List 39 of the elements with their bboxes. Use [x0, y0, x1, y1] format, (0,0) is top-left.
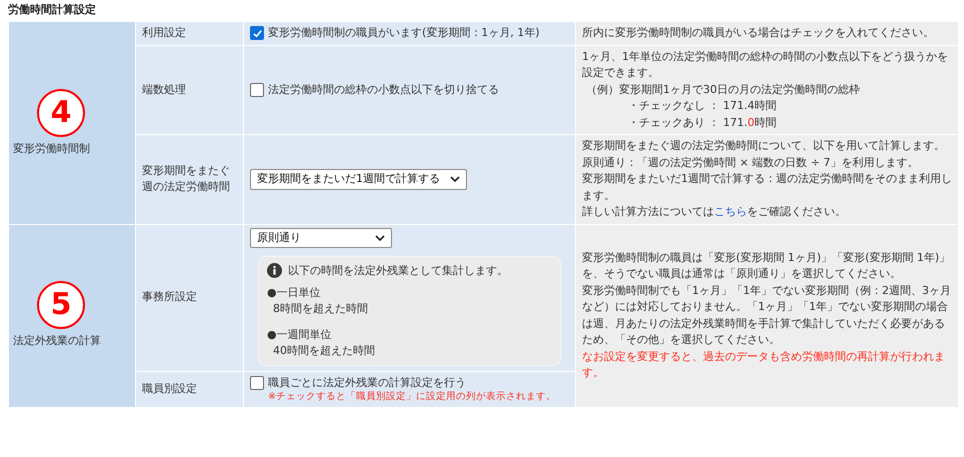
section-name: 変形労働時間制 [13, 140, 90, 156]
checkbox-label[interactable]: 法定労働時間の総枠の小数点以下を切り捨てる [268, 82, 499, 98]
example-text: （例）変形期間1ヶ月で30日の月の法定労働時間の総枠 [585, 82, 861, 98]
example-text: ・チェックなし ： 171.4時間 [627, 98, 778, 114]
checkbox[interactable] [250, 376, 264, 390]
description-text: なお設定を変更すると、過去のデータも含め労働時間の再計算が行われます。 [582, 348, 946, 382]
info-heading: 以下の時間を法定外残業として集計します。 [288, 263, 508, 279]
caret-icon [375, 234, 385, 241]
description-text: 変形期間をまたいだ1週間で計算する：週の法定労働時間をそのまま利用します。 [582, 171, 952, 204]
description-text: 変形労働時間制の職員は「変形(変形期間 1ヶ月)」「変形(変形期間 1年)」を、そうでない職員は通常は「原則通り」を選択してください。 [582, 250, 952, 282]
select-field[interactable]: 変形期間をまたいだ1週間で計算する [250, 169, 467, 190]
page-title: 労働時間計算設定 [8, 2, 97, 17]
setting-label: 職員別設定 [142, 382, 197, 395]
description-text: 1ヶ月、1年単位の法定労働時間の総枠の時間の小数点以下をどう扱うかを設定できます。 [582, 48, 949, 81]
description-text: 詳しい計算方法についてはこちら をご確認ください。 [582, 204, 847, 220]
description-text: 変形期間をまたぐ週の法定労働時間について、以下を用いて計算します。 [582, 138, 946, 154]
number-badge: 5 [37, 281, 85, 330]
info-item-title: ●一週間単位 [267, 326, 333, 343]
caret-icon [450, 176, 460, 182]
checkbox-label[interactable]: 職員ごとに法定外残業の計算設定を行う [268, 374, 466, 392]
section-name: 法定外残業の計算 [13, 333, 101, 350]
select-field[interactable]: 原則通り [250, 228, 392, 248]
example-text: ・チェックあり ： 171.0時間 [627, 114, 778, 130]
note-text: ※チェックすると「職員別設定」に設定用の列が表示されます。 [267, 391, 557, 404]
checkbox[interactable] [250, 82, 264, 97]
checkbox[interactable] [250, 26, 264, 40]
setting-label: 事務所設定 [142, 290, 197, 304]
description-text: 所内に変形労働時間制の職員がいる場合はチェックを入れてください。 [582, 25, 935, 41]
info-icon [267, 263, 282, 278]
info-item-detail: 8時間を超えた時間 [272, 300, 369, 317]
info-item-detail: 40時間を超えた時間 [272, 342, 376, 359]
description-text: 原則通り：「週の法定労働時間 × 端数の日数 ÷ 7」を利用します。 [582, 154, 920, 170]
info-item-title: ●一日単位 [267, 284, 322, 301]
setting-label: 変形期間をまたぐ週の法定労働時間 [142, 164, 230, 194]
number-badge: 4 [37, 88, 85, 136]
link[interactable]: こちら [714, 205, 747, 218]
description-text: 変形労働時間制でも「1ヶ月」「1年」でない変形期間（例：2週間、3ヶ月など）には対応しておりません。「1ヶ月」「1年」でない変形期間の場合は週、月あたりの法定外残業時間を手計算で集計していただく必要があるため、「その他」を選択してください。 [582, 282, 952, 348]
setting-label: 利用設定 [142, 26, 186, 39]
setting-label: 端数処理 [142, 82, 186, 96]
